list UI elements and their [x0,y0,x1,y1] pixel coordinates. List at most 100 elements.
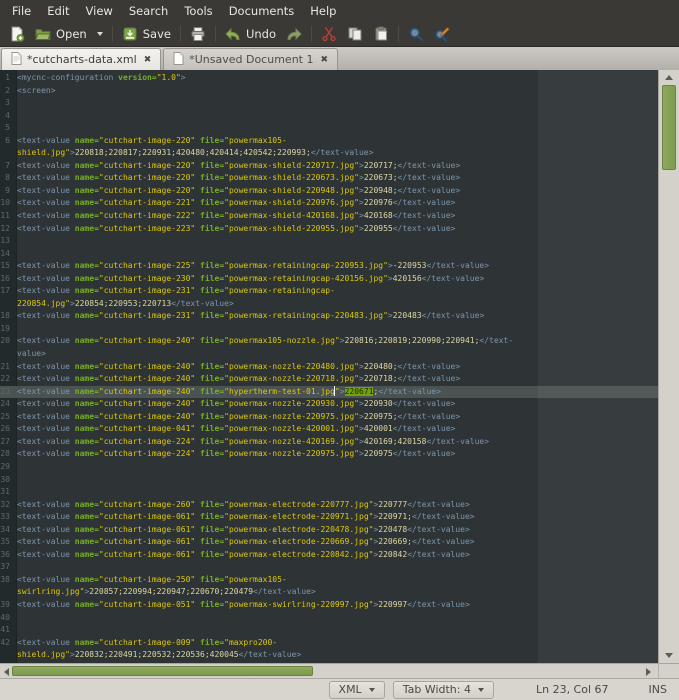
line-number: 20 [0,336,10,346]
line-number: 14 [0,248,10,258]
menu-file[interactable]: File [4,1,39,21]
open-menu-button[interactable] [92,30,108,38]
code-line[interactable]: 10 <text-value name="cutchart-image-221" … [0,197,658,210]
open-button[interactable]: Open [30,24,92,44]
line-number: 29 [0,461,10,471]
code-line[interactable]: 9 <text-value name="cutchart-image-220" f… [0,185,658,198]
menu-documents[interactable]: Documents [221,1,303,21]
code-line[interactable]: 19 [0,323,658,336]
code-line[interactable]: 32 <text-value name="cutchart-image-260" … [0,499,658,512]
line-number: 8 [5,173,10,183]
tab-cutcharts-data-xml[interactable]: *cutcharts-data.xml ✖ [1,48,162,70]
tab-unsaved-document-1[interactable]: *Unsaved Document 1 ✖ [163,48,339,70]
code-line[interactable]: 40 [0,612,658,625]
menu-help[interactable]: Help [302,1,344,21]
line-number: 28 [0,449,10,459]
code-line[interactable]: 4 [0,110,658,123]
code-line[interactable]: 25 <text-value name="cutchart-image-240" … [0,411,658,424]
code-line[interactable]: 20 <text-value name="cutchart-image-240" … [0,335,658,360]
code-line[interactable]: 2 <screen> [0,85,658,98]
line-number: 32 [0,499,10,509]
code-line[interactable]: 29 [0,461,658,474]
code-line[interactable]: 36 <text-value name="cutchart-image-061" … [0,549,658,562]
vertical-scrollbar-thumb[interactable] [662,85,676,170]
save-icon [122,26,138,42]
search-icon [408,26,424,42]
code-line[interactable]: 37 [0,561,658,574]
code-line[interactable]: 33 <text-value name="cutchart-image-061" … [0,511,658,524]
line-number: 1 [5,73,10,82]
menu-search[interactable]: Search [121,1,177,21]
code-line[interactable]: 38 <text-value name="cutchart-image-250" … [0,574,658,599]
close-icon[interactable]: ✖ [318,55,328,65]
code-line[interactable]: 31 [0,486,658,499]
paste-button[interactable] [368,24,394,44]
code-text: <mycnc-configuration version="1.0"> [17,73,186,82]
redo-button[interactable] [281,24,307,44]
vertical-scrollbar[interactable] [658,70,679,663]
code-line[interactable]: 42 <text-value name="cutchart-image-009" … [0,637,658,662]
tab-bar: *cutcharts-data.xml ✖ *Unsaved Document … [0,47,679,70]
code-line[interactable]: 28 <text-value name="cutchart-image-224" … [0,448,658,461]
code-line[interactable]: 23 <text-value name="cutchart-image-240" … [0,385,658,399]
code-line[interactable]: 11 <text-value name="cutchart-image-222" … [0,210,658,223]
undo-button[interactable]: Undo [220,24,281,44]
code-text: <text-value name="cutchart-image-061" fi… [17,512,475,522]
cut-button[interactable] [316,24,342,44]
code-text: <text-value name="cutchart-image-231" fi… [17,286,335,308]
new-document-button[interactable] [4,24,30,44]
find-replace-button[interactable] [429,24,455,44]
find-button[interactable] [403,24,429,44]
line-number: 25 [0,411,10,421]
scroll-right-arrow-icon[interactable] [646,668,651,676]
new-document-icon [9,26,25,42]
print-button[interactable] [185,24,211,44]
code-line[interactable]: 8 <text-value name="cutchart-image-220" f… [0,172,658,185]
scroll-up-arrow-icon[interactable] [665,75,673,80]
code-line[interactable]: 7 <text-value name="cutchart-image-220" f… [0,160,658,173]
code-line[interactable]: 1 <mycnc-configuration version="1.0"> [0,72,658,85]
language-selector[interactable]: XML [328,680,385,699]
menu-tools[interactable]: Tools [176,1,220,21]
close-icon[interactable]: ✖ [142,55,152,65]
line-number: 40 [0,612,10,622]
code-line[interactable]: 30 [0,474,658,487]
code-text: <text-value name="cutchart-image-224" fi… [17,449,456,459]
line-number: 41 [0,625,10,635]
copy-button[interactable] [342,24,368,44]
code-line[interactable]: 22 <text-value name="cutchart-image-240" … [0,373,658,386]
code-text: <text-value name="cutchart-image-225" fi… [17,261,490,271]
horizontal-scrollbar-thumb[interactable] [12,666,313,676]
code-line[interactable]: 14 [0,248,658,261]
horizontal-scrollbar[interactable] [0,663,679,678]
code-text: <text-value name="cutchart-image-220" fi… [17,173,461,183]
code-line[interactable]: 26 <text-value name="cutchart-image-041" … [0,423,658,436]
save-button-label: Save [142,27,171,41]
code-line[interactable]: 5 [0,122,658,135]
code-line[interactable]: 24 <text-value name="cutchart-image-240" … [0,398,658,411]
code-line[interactable]: 15 <text-value name="cutchart-image-225" … [0,260,658,273]
code-line[interactable]: 3 [0,97,658,110]
tab-width-selector[interactable]: Tab Width: 4 [392,680,494,699]
code-line[interactable]: 35 <text-value name="cutchart-image-061" … [0,536,658,549]
code-line[interactable]: 16 <text-value name="cutchart-image-230" … [0,273,658,286]
code-line[interactable]: 6 <text-value name="cutchart-image-220" f… [0,135,658,160]
menu-edit[interactable]: Edit [39,1,77,21]
code-line[interactable]: 27 <text-value name="cutchart-image-224" … [0,436,658,449]
code-line[interactable]: 21 <text-value name="cutchart-image-240" … [0,361,658,374]
line-number: 38 [0,574,10,584]
code-line[interactable]: 41 [0,624,658,637]
menu-view[interactable]: View [78,1,121,21]
code-line[interactable]: 13 [0,235,658,248]
save-button[interactable]: Save [117,24,176,44]
scroll-down-arrow-icon[interactable] [665,653,673,658]
code-line[interactable]: 18 <text-value name="cutchart-image-231" … [0,310,658,323]
code-line[interactable]: 39 <text-value name="cutchart-image-051" … [0,599,658,612]
code-line[interactable]: 34 <text-value name="cutchart-image-061" … [0,524,658,537]
line-number: 7 [5,160,10,170]
text-view[interactable]: 1 <mycnc-configuration version="1.0"> 2 <sc… [0,70,658,663]
scroll-left-arrow-icon[interactable] [4,668,9,676]
code-line[interactable]: 17 <text-value name="cutchart-image-231" … [0,285,658,310]
code-line[interactable]: 12 <text-value name="cutchart-image-223" … [0,223,658,236]
